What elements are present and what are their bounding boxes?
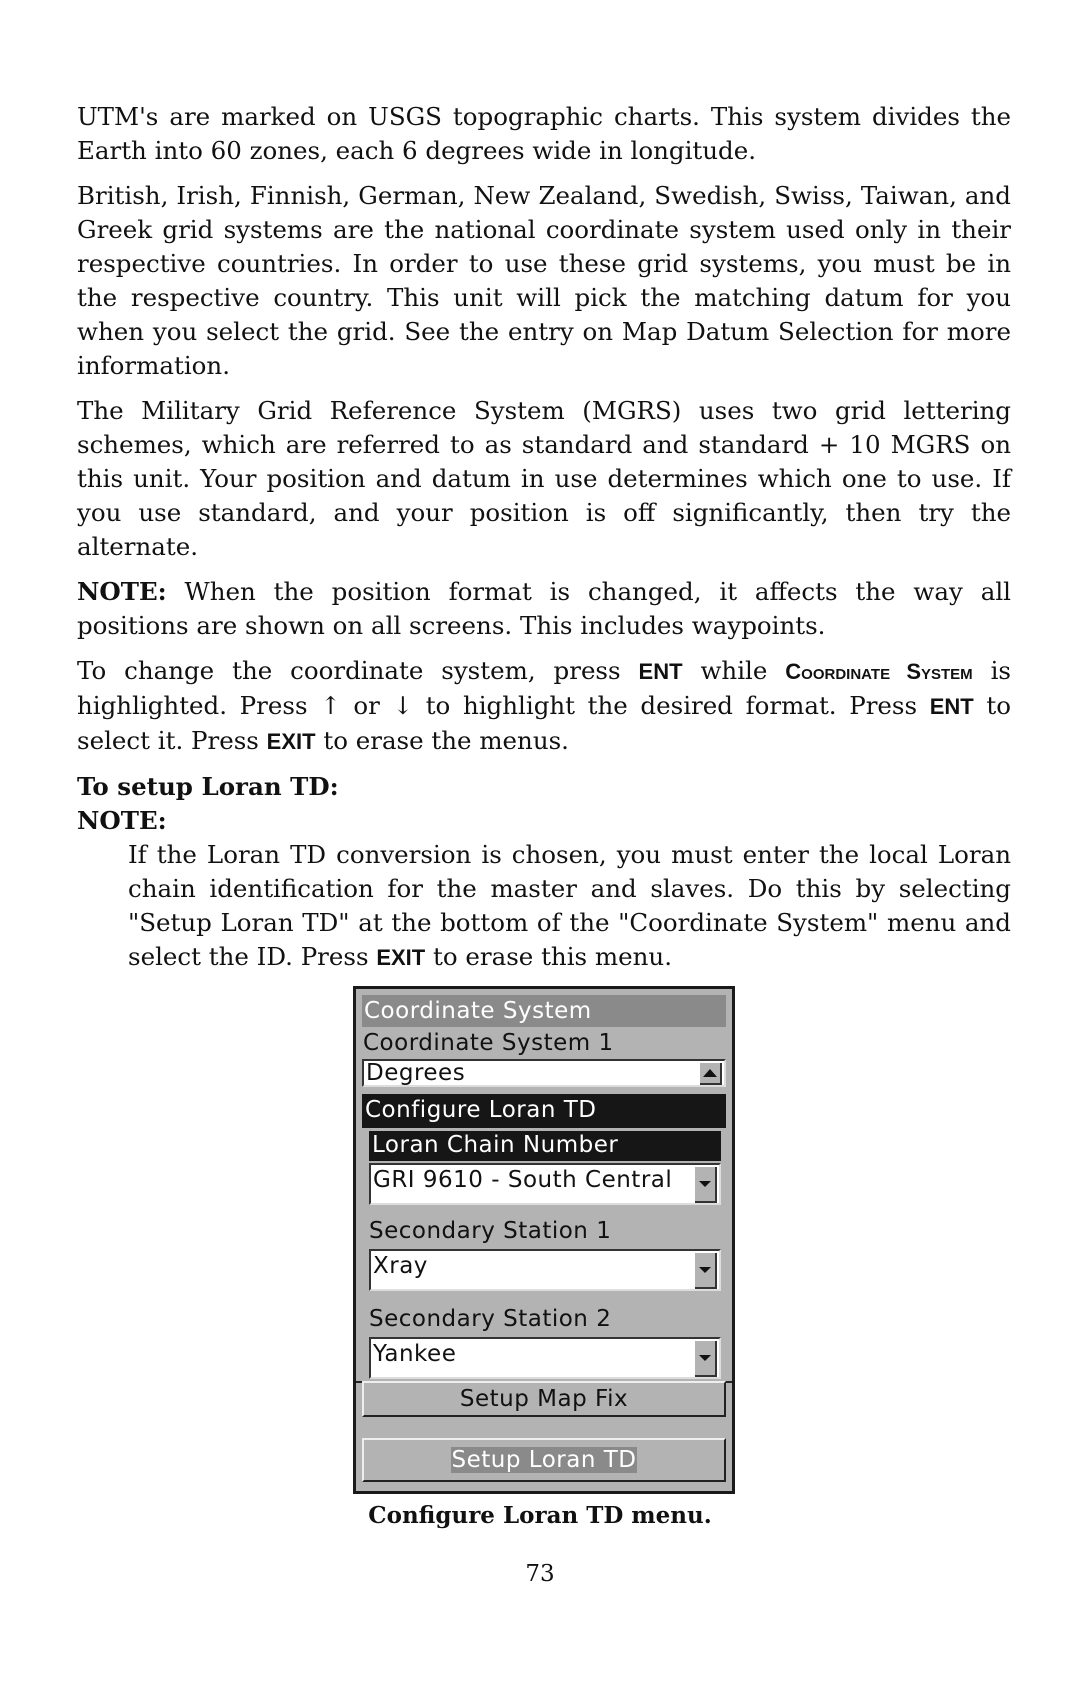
- loran-chain-label: Loran Chain Number: [369, 1131, 721, 1161]
- loran-chain-select[interactable]: GRI 9610 - South Central: [369, 1163, 721, 1205]
- figure-caption: Configure Loran TD menu.: [368, 1502, 712, 1529]
- paragraph-note-format: NOTE: When the position format is change…: [77, 575, 1011, 643]
- loran-chain-value: GRI 9610 - South Central: [373, 1167, 673, 1193]
- down-arrow-icon: ↓: [392, 691, 414, 720]
- chevron-down-icon[interactable]: [695, 1341, 717, 1377]
- coordinate-system-label: Coordinate System 1: [363, 1030, 614, 1056]
- section-heading: To setup Loran TD:: [77, 772, 339, 801]
- key-exit: EXIT: [376, 945, 426, 970]
- text: while: [682, 656, 786, 685]
- text: to erase the menus.: [315, 726, 569, 755]
- setup-loran-td-button[interactable]: Setup Loran TD: [362, 1438, 726, 1482]
- text: to erase this menu.: [425, 942, 672, 971]
- secondary-station-2-value: Yankee: [373, 1341, 457, 1367]
- paragraph-utm: UTM's are marked on USGS topographic cha…: [77, 102, 1011, 165]
- up-arrow-icon: ↑: [320, 691, 341, 720]
- text: To change the coordinate system, press: [77, 656, 639, 685]
- setup-map-fix-label: Setup Map Fix: [459, 1386, 629, 1412]
- secondary-station-1-label: Secondary Station 1: [369, 1218, 612, 1244]
- note-label: NOTE:: [77, 577, 167, 606]
- paragraph-loran-note: If the Loran TD conversion is chosen, yo…: [128, 838, 1011, 975]
- coordinate-system-value: Degrees: [366, 1060, 466, 1086]
- chevron-down-icon[interactable]: [695, 1253, 717, 1289]
- secondary-station-1-select[interactable]: Xray: [369, 1249, 721, 1291]
- menu-title: Coordinate System: [362, 995, 726, 1027]
- menu-name-coordinate-system: Coordinate System: [785, 659, 973, 684]
- note-heading: NOTE:: [77, 806, 167, 835]
- key-exit: EXIT: [266, 729, 316, 754]
- text: to highlight the desired format. Press: [413, 691, 930, 720]
- scroll-up-icon[interactable]: [700, 1063, 722, 1085]
- paragraph-change-coordinate: To change the coordinate system, press E…: [77, 654, 1011, 759]
- chevron-down-icon[interactable]: [695, 1167, 717, 1203]
- note-text: When the position format is changed, it …: [77, 577, 1011, 640]
- configure-loran-title: Configure Loran TD: [362, 1094, 726, 1128]
- secondary-station-2-select[interactable]: Yankee: [369, 1337, 721, 1379]
- key-ent: ENT: [638, 659, 683, 684]
- paragraph-mgrs: The Military Grid Reference System (MGRS…: [77, 396, 1011, 561]
- configure-loran-menu: Coordinate System Coordinate System 1 De…: [353, 986, 735, 1494]
- setup-loran-td-label: Setup Loran TD: [450, 1447, 638, 1473]
- page-body: UTM's are marked on USGS topographic cha…: [77, 100, 1011, 986]
- coordinate-system-select[interactable]: Degrees: [362, 1059, 726, 1087]
- page-number: 73: [525, 1561, 555, 1587]
- secondary-station-1-value: Xray: [373, 1253, 428, 1279]
- setup-map-fix-button[interactable]: Setup Map Fix: [362, 1381, 726, 1417]
- key-ent: ENT: [929, 694, 974, 719]
- paragraph-national-grids: British, Irish, Finnish, German, New Zea…: [77, 181, 1011, 380]
- secondary-station-2-label: Secondary Station 2: [369, 1306, 612, 1332]
- text: or: [340, 691, 393, 720]
